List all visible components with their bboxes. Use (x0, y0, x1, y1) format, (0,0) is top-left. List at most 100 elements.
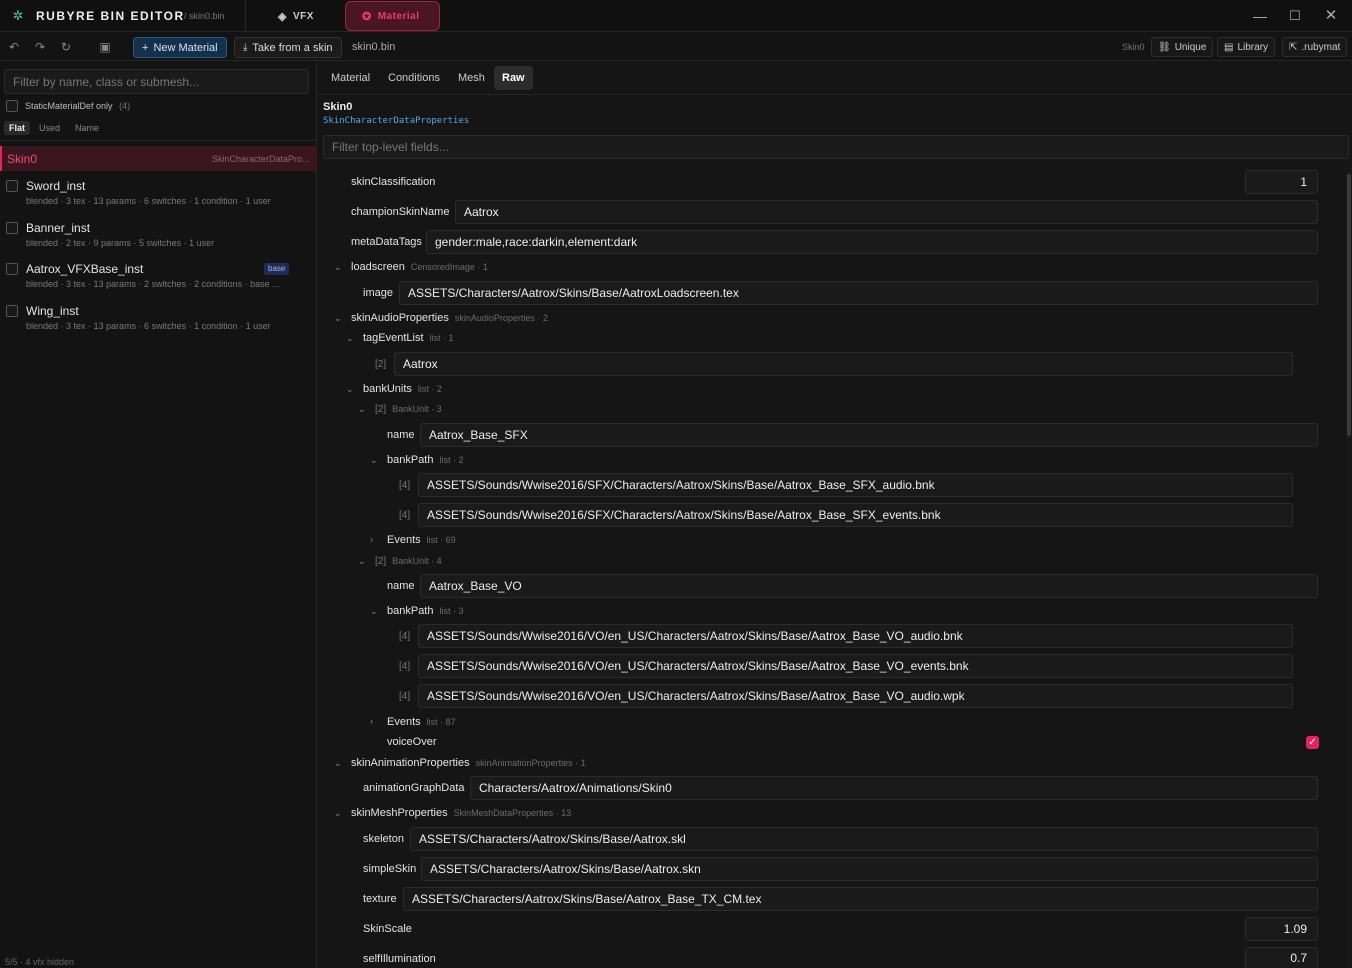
field-meta: list · 3 (439, 606, 464, 616)
chevron-down-icon[interactable]: ⌄ (346, 333, 354, 344)
chevron-down-icon[interactable]: ⌄ (334, 808, 342, 819)
undo-icon[interactable]: ↶ (6, 39, 22, 55)
item-checkbox[interactable] (6, 305, 18, 317)
bank-path-input[interactable]: ASSETS/Sounds/Wwise2016/SFX/Characters/A… (418, 473, 1293, 497)
list-item[interactable]: Banner_inst blended · 2 tex · 9 params ·… (0, 218, 317, 254)
chevron-down-icon[interactable]: ⌄ (334, 262, 342, 273)
group-label[interactable]: Events list · 69 (387, 534, 456, 546)
field-value: 0.7 (1290, 951, 1307, 965)
tab-mesh[interactable]: Mesh (450, 66, 493, 90)
skeleton-input[interactable]: ASSETS/Characters/Aatrox/Skins/Base/Aatr… (410, 827, 1318, 851)
chevron-down-icon[interactable]: ⌄ (370, 606, 378, 617)
group-label[interactable]: bankUnits list · 2 (363, 383, 442, 395)
minimize-icon[interactable]: — (1252, 8, 1268, 24)
field-label: Events (387, 534, 421, 546)
unique-button[interactable]: ⛓ Unique (1151, 37, 1214, 57)
tab-conditions[interactable]: Conditions (380, 66, 448, 90)
library-button[interactable]: ▤ Library (1217, 37, 1276, 57)
mode-used[interactable]: Used (39, 123, 60, 133)
bank-path-input[interactable]: ASSETS/Sounds/Wwise2016/VO/en_US/Charact… (418, 654, 1293, 678)
chevron-down-icon[interactable]: ⌄ (358, 556, 366, 567)
list-index: [4] (399, 510, 411, 521)
skin-scale-input[interactable]: 1.09 (1245, 917, 1318, 941)
field-value: ASSETS/Sounds/Wwise2016/VO/en_US/Charact… (427, 629, 963, 643)
list-item[interactable]: Aatrox_VFXBase_inst base blended · 3 tex… (0, 259, 317, 295)
group-label[interactable]: skinAnimationProperties skinAnimationProp… (351, 757, 586, 769)
metadata-tags-input[interactable]: gender:male,race:darkin,element:dark (426, 230, 1318, 254)
group-label[interactable]: Events list · 87 (387, 716, 456, 728)
group-label[interactable]: skinAudioProperties skinAudioProperties ·… (351, 312, 548, 324)
chevron-down-icon[interactable]: ⌄ (334, 758, 342, 769)
bank-path-input[interactable]: ASSETS/Sounds/Wwise2016/VO/en_US/Charact… (418, 684, 1293, 708)
field-value: ASSETS/Characters/Aatrox/Skins/Base/Aatr… (419, 832, 686, 846)
voiceover-checkbox[interactable]: ✓ (1306, 736, 1319, 749)
reload-icon[interactable]: ↻ (58, 39, 74, 55)
champion-skin-name-input[interactable]: Aatrox (455, 200, 1318, 224)
field-value: Aatrox_Base_SFX (429, 428, 528, 442)
tab-material[interactable]: ✪ Material (345, 1, 440, 31)
chevron-down-icon[interactable]: ⌄ (358, 404, 366, 415)
group-label[interactable]: [2] BankUnit · 3 (375, 403, 442, 415)
tab-vfx[interactable]: ◈ VFX (262, 1, 338, 31)
selected-entry[interactable]: Skin0 SkinCharacterDataPro... (0, 146, 317, 171)
image-path-input[interactable]: ASSETS/Characters/Aatrox/Skins/Base/Aatr… (399, 281, 1318, 305)
group-label[interactable]: bankPath list · 2 (387, 454, 464, 466)
fields-filter-input[interactable]: Filter top-level fields... (323, 135, 1349, 159)
item-name: Wing_inst (26, 304, 79, 318)
sidebar-filter-input[interactable]: Filter by name, class or submesh... (4, 69, 309, 94)
list-item[interactable]: Sword_inst blended · 3 tex · 13 params ·… (0, 176, 317, 212)
bank-name-input[interactable]: Aatrox_Base_SFX (420, 423, 1318, 447)
static-only-count: (4) (119, 101, 131, 111)
item-checkbox[interactable] (6, 263, 18, 275)
texture-input[interactable]: ASSETS/Characters/Aatrox/Skins/Base/Aatr… (403, 887, 1318, 911)
export-icon: ⇱ (1289, 41, 1298, 53)
field-label: loadscreen (351, 261, 405, 273)
group-label[interactable]: [2] BankUnit · 4 (375, 555, 442, 567)
maximize-icon[interactable]: ☐ (1287, 8, 1303, 24)
field-meta: list · 1 (429, 333, 454, 343)
scrollbar-thumb[interactable] (1347, 174, 1351, 436)
simple-skin-input[interactable]: ASSETS/Characters/Aatrox/Skins/Base/Aatr… (421, 857, 1318, 881)
group-label[interactable]: loadscreen CensoredImage · 1 (351, 261, 488, 273)
chevron-down-icon[interactable]: ⌄ (370, 455, 378, 466)
entry-class: SkinCharacterDataProperties (323, 116, 470, 126)
chevron-down-icon[interactable]: ⌄ (346, 384, 354, 395)
field-meta: list · 87 (426, 717, 456, 727)
group-label[interactable]: tagEventList list · 1 (363, 332, 454, 344)
mode-flat[interactable]: Flat (4, 121, 31, 135)
save-icon[interactable]: ▣ (97, 39, 113, 55)
chevron-right-icon[interactable]: › (370, 716, 373, 726)
skin-label: Skin0 (1122, 42, 1145, 52)
tab-material-view[interactable]: Material (323, 66, 378, 90)
app-title: RUBYRE BIN EDITOR (36, 9, 185, 23)
bank-path-input[interactable]: ASSETS/Sounds/Wwise2016/VO/en_US/Charact… (418, 624, 1293, 648)
close-icon[interactable]: ✕ (1323, 8, 1339, 24)
skin-classification-input[interactable]: 1 (1245, 170, 1318, 194)
group-label[interactable]: skinMeshProperties SkinMeshDataProperties… (351, 807, 571, 819)
item-checkbox[interactable] (6, 180, 18, 192)
item-checkbox[interactable] (6, 222, 18, 234)
item-name: Sword_inst (26, 179, 86, 193)
mode-name[interactable]: Name (75, 123, 99, 133)
list-index: [2] (375, 359, 387, 370)
field-label: texture (363, 893, 397, 905)
new-material-button[interactable]: + New Material (133, 37, 227, 58)
static-only-checkbox[interactable] (6, 100, 18, 112)
take-from-skin-button[interactable]: ⤓ Take from a skin (234, 37, 342, 58)
redo-icon[interactable]: ↷ (32, 39, 48, 55)
book-icon: ▤ (1224, 41, 1234, 53)
animation-graph-input[interactable]: Characters/Aatrox/Animations/Skin0 (470, 776, 1318, 800)
tag-event-input[interactable]: Aatrox (394, 352, 1293, 376)
self-illumination-input[interactable]: 0.7 (1245, 947, 1318, 968)
chevron-down-icon[interactable]: ⌄ (334, 313, 342, 324)
chevron-right-icon[interactable]: › (370, 534, 373, 544)
group-label[interactable]: bankPath list · 3 (387, 605, 464, 617)
bank-path-input[interactable]: ASSETS/Sounds/Wwise2016/SFX/Characters/A… (418, 503, 1293, 527)
bank-name-input[interactable]: Aatrox_Base_VO (420, 574, 1318, 598)
rubymat-button[interactable]: ⇱ .rubymat (1282, 37, 1348, 57)
field-label: animationGraphData (363, 782, 465, 794)
download-icon: ⤓ (243, 42, 248, 53)
list-item[interactable]: Wing_inst blended · 3 tex · 13 params · … (0, 301, 317, 337)
tab-raw[interactable]: Raw (494, 66, 533, 90)
field-label: image (363, 287, 393, 299)
